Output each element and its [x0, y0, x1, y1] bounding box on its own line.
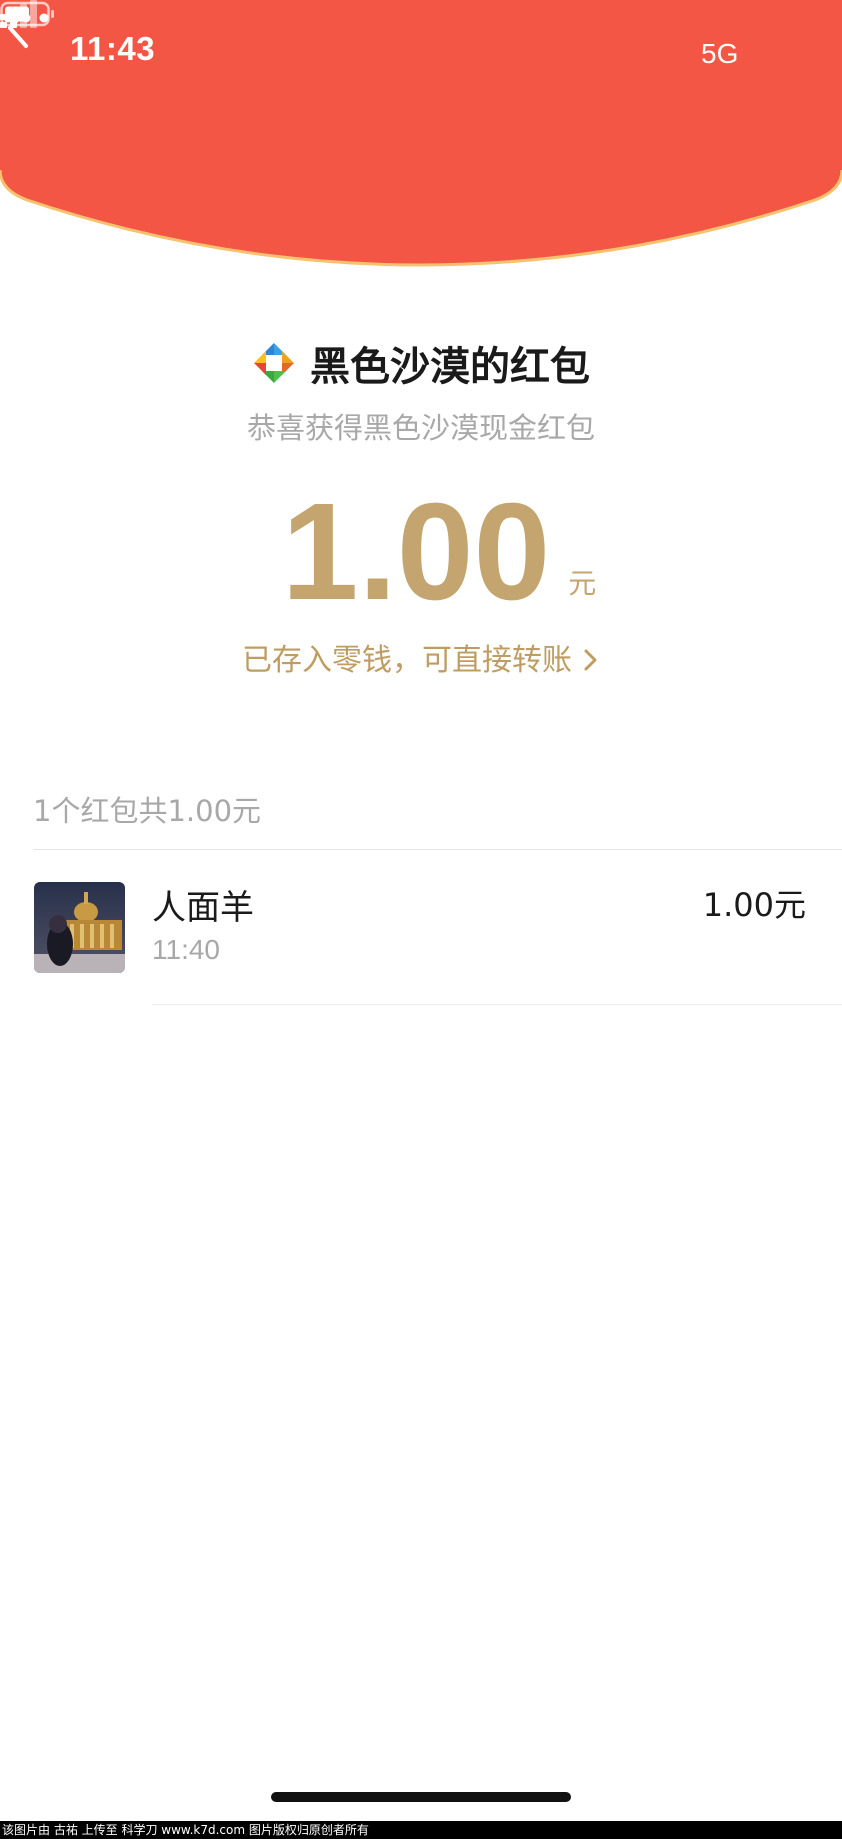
red-header: 11:43 5G [0, 0, 842, 270]
deposit-to-wallet-link[interactable]: 已存入零钱，可直接转账 [0, 635, 842, 679]
amount-unit: 元 [568, 567, 597, 600]
amount-value: 1.00 [281, 475, 551, 629]
red-packet-detail-page: 11:43 5G 黑色沙漠的红包 恭喜获得黑色沙漠现金红包 1.00 元 已存入… [0, 0, 842, 1839]
ellipsis-icon[interactable] [0, 0, 52, 36]
watermark-text: 该图片由 古祐 上传至 科学刀 www.k7d.com 图片版权归原创者所有 [0, 1821, 842, 1839]
status-time: 11:43 [70, 30, 156, 67]
home-indicator[interactable] [271, 1792, 571, 1802]
packet-summary: 1个红包共1.00元 [33, 794, 262, 828]
envelope-title: 黑色沙漠的红包 [310, 344, 590, 390]
divider [152, 1004, 842, 1005]
record-amount: 1.00元 [702, 886, 806, 924]
sender-logo-icon [254, 343, 294, 383]
envelope-subtitle: 恭喜获得黑色沙漠现金红包 [246, 411, 595, 445]
chevron-right-icon [584, 649, 597, 671]
amount-row: 1.00 元 [0, 482, 842, 622]
list-item[interactable]: 人面羊 11:40 1.00元 [0, 850, 842, 1005]
sender-title-row: 黑色沙漠的红包 [0, 333, 842, 393]
deposit-link-label: 已存入零钱，可直接转账 [242, 643, 572, 678]
avatar-image [34, 882, 125, 973]
avatar[interactable] [34, 882, 125, 973]
network-type: 5G [701, 38, 739, 69]
record-time: 11:40 [152, 934, 220, 965]
record-name: 人面羊 [152, 888, 254, 928]
